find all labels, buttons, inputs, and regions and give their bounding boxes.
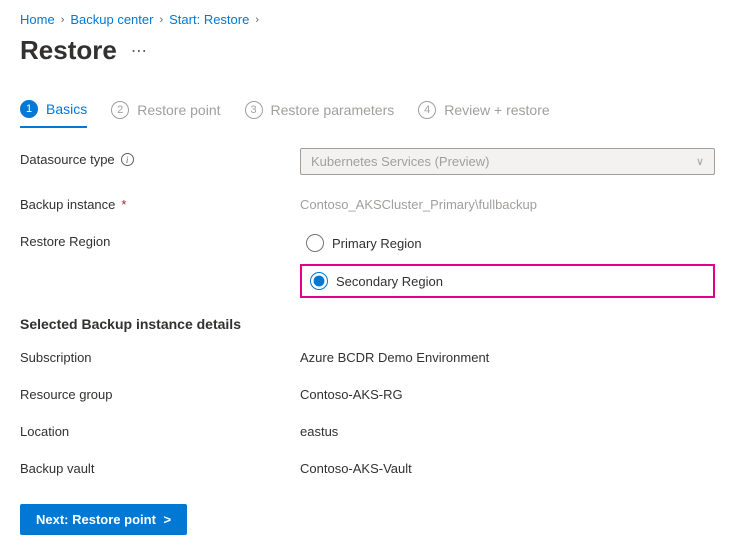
next-button[interactable]: Next: Restore point > (20, 504, 187, 535)
breadcrumb-backup-center[interactable]: Backup center (70, 12, 153, 27)
restore-region-label: Restore Region (20, 230, 300, 249)
resource-group-value: Contoso-AKS-RG (300, 383, 715, 402)
radio-input-primary[interactable] (306, 234, 324, 252)
tab-basics[interactable]: 1 Basics (20, 100, 87, 128)
backup-vault-value: Contoso-AKS-Vault (300, 457, 715, 476)
chevron-right-icon: › (255, 14, 259, 26)
subscription-label: Subscription (20, 346, 300, 365)
chevron-right-icon: > (164, 512, 172, 527)
next-button-label: Next: Restore point (36, 512, 156, 527)
highlight-box: Secondary Region (300, 264, 715, 298)
location-label: Location (20, 420, 300, 439)
resource-group-label: Resource group (20, 383, 300, 402)
tab-label: Review + restore (444, 102, 549, 118)
step-tabs: 1 Basics 2 Restore point 3 Restore param… (20, 100, 715, 128)
dropdown-value: Kubernetes Services (Preview) (311, 154, 489, 169)
step-number-icon: 2 (111, 101, 129, 119)
footer: Next: Restore point > (20, 504, 715, 535)
page-header: Restore ⋯ (20, 35, 715, 66)
step-number-icon: 1 (20, 100, 38, 118)
page-title: Restore (20, 35, 117, 66)
breadcrumb: Home › Backup center › Start: Restore › (20, 12, 715, 27)
tab-restore-point[interactable]: 2 Restore point (111, 100, 220, 128)
tab-label: Restore parameters (271, 102, 395, 118)
chevron-down-icon: ∨ (696, 155, 704, 168)
tab-label: Restore point (137, 102, 220, 118)
radio-primary-region[interactable]: Primary Region (300, 230, 715, 256)
radio-label: Primary Region (332, 236, 422, 251)
backup-instance-label: Backup instance * (20, 193, 300, 212)
subscription-value: Azure BCDR Demo Environment (300, 346, 715, 365)
datasource-type-dropdown[interactable]: Kubernetes Services (Preview) ∨ (300, 148, 715, 175)
tab-label: Basics (46, 101, 87, 117)
step-number-icon: 3 (245, 101, 263, 119)
datasource-type-label: Datasource type i (20, 148, 300, 167)
breadcrumb-start-restore[interactable]: Start: Restore (169, 12, 249, 27)
required-asterisk: * (121, 197, 126, 212)
breadcrumb-home[interactable]: Home (20, 12, 55, 27)
tab-review-restore[interactable]: 4 Review + restore (418, 100, 549, 128)
chevron-right-icon: › (159, 14, 163, 26)
radio-input-secondary[interactable] (310, 272, 328, 290)
info-icon[interactable]: i (121, 153, 134, 166)
more-actions-icon[interactable]: ⋯ (131, 41, 148, 61)
location-value: eastus (300, 420, 715, 439)
radio-secondary-region[interactable]: Secondary Region (304, 268, 449, 294)
section-title-details: Selected Backup instance details (20, 316, 715, 332)
chevron-right-icon: › (61, 14, 65, 26)
backup-instance-value: Contoso_AKSCluster_Primary\fullbackup (300, 193, 715, 212)
tab-restore-parameters[interactable]: 3 Restore parameters (245, 100, 395, 128)
step-number-icon: 4 (418, 101, 436, 119)
backup-vault-label: Backup vault (20, 457, 300, 476)
radio-label: Secondary Region (336, 274, 443, 289)
restore-region-radiogroup: Primary Region Secondary Region (300, 230, 715, 298)
